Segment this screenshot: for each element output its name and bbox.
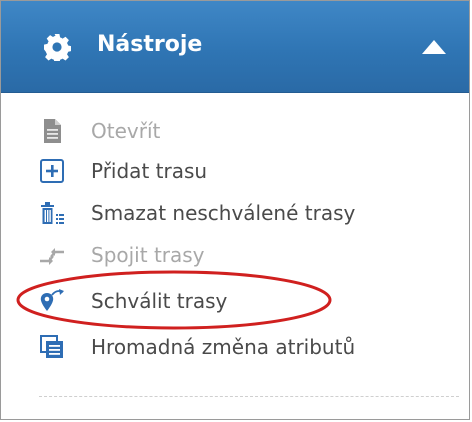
- panel-header[interactable]: Nástroje: [1, 1, 469, 93]
- menu-item-join-routes: Spojit trasy: [39, 239, 439, 271]
- plus-box-icon: [40, 159, 64, 183]
- document-icon: [44, 119, 61, 143]
- menu-item-add-route[interactable]: Přidat trasu: [39, 155, 439, 187]
- tools-panel: Nástroje Otevřít Přidat trasu Smazat nes…: [0, 0, 470, 420]
- menu-item-label: Hromadná změna atributů: [91, 335, 356, 359]
- merge-arrows-icon: [40, 248, 64, 265]
- menu-item-label: Otevřít: [91, 119, 161, 143]
- menu-item-label: Spojit trasy: [91, 243, 205, 267]
- collapse-triangle-icon[interactable]: [421, 39, 447, 55]
- menu-item-label: Smazat neschválené trasy: [91, 201, 356, 225]
- menu-item-approve-routes[interactable]: Schválit trasy: [39, 285, 439, 317]
- menu-item-label: Schválit trasy: [91, 289, 228, 313]
- stacked-pages-icon: [40, 335, 63, 358]
- pin-route-icon: [40, 289, 64, 311]
- trash-list-icon: [41, 202, 64, 224]
- menu-item-bulk-attribute-change[interactable]: Hromadná změna atributů: [39, 331, 439, 363]
- menu-item-open: Otevřít: [39, 115, 439, 147]
- menu-item-label: Přidat trasu: [91, 159, 208, 183]
- menu-divider: [39, 396, 459, 397]
- gear-icon: [44, 34, 71, 61]
- panel-title: Nástroje: [97, 32, 203, 57]
- menu-item-delete-unapproved[interactable]: Smazat neschválené trasy: [39, 197, 439, 229]
